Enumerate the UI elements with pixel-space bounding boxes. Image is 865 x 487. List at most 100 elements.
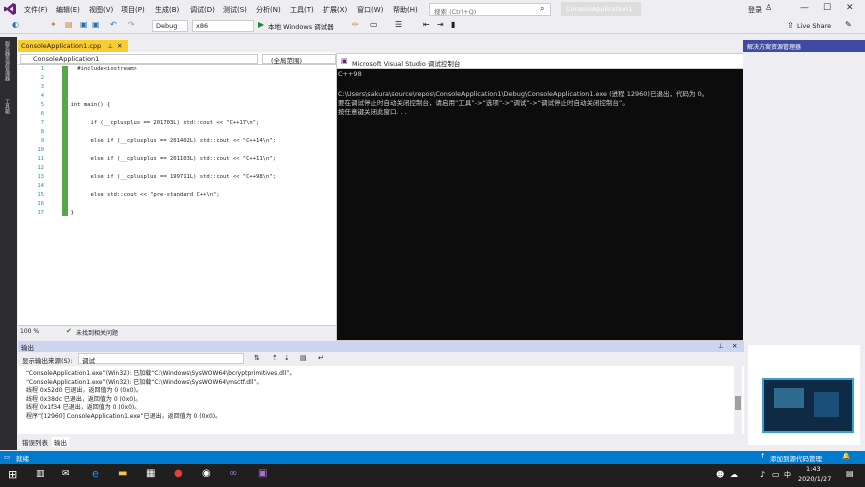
code-line[interactable]: 1 #include<iostream> [30,66,137,72]
network-icon[interactable]: ▭ [772,470,780,479]
status-icon: ▭ [4,453,11,461]
output-close-icon[interactable]: ✕ [732,342,737,350]
code-line[interactable]: 15 else std::cout << "pre-standard C++\n… [30,192,219,198]
toolbar-extra-icon[interactable]: ✏ [352,20,359,29]
code-line[interactable]: 5 int main() { [30,102,111,108]
solution-explorer-title[interactable]: 解决方案资源管理器 [743,40,865,52]
maximize-button[interactable]: ☐ [823,3,831,13]
action-center-icon[interactable]: ▤ [846,469,854,478]
menu-item[interactable]: 扩展(X) [323,5,347,15]
indent-icon[interactable]: ⇤ [423,20,430,29]
clock-date[interactable]: 2020/1/27 [798,475,831,483]
code-line[interactable]: 2 [30,75,64,81]
mail-icon[interactable]: ✉ [62,469,70,479]
volume-icon[interactable]: ♪ [760,470,765,479]
zoom-level[interactable]: 100 % [20,328,39,335]
output-wrap-icon[interactable]: ↵ [318,354,324,362]
menu-item[interactable]: 窗口(W) [357,5,383,15]
menu-item[interactable]: 调试(D) [190,5,215,15]
output-source-dropdown[interactable]: 调试 [78,353,244,365]
code-line[interactable]: 14 [30,183,64,189]
code-line[interactable]: 10 [30,147,64,153]
windows-start-icon[interactable]: ⊞ [8,468,17,481]
tab-error-list[interactable]: 错误列表 [20,437,50,447]
play-icon[interactable]: ▶ [258,20,264,29]
preview-thumbnail[interactable] [762,378,854,433]
output-next-icon[interactable]: ⇣ [284,354,290,362]
outdent-icon[interactable]: ⇥ [437,20,444,29]
code-line[interactable]: 4 [30,93,64,99]
account-icon[interactable]: ♙ [765,3,772,12]
login-link[interactable]: 登录 [748,5,762,15]
tab-close-icon[interactable]: ✕ [117,42,122,50]
code-line[interactable]: 13 else if (__cplusplus == 199711L) std:… [30,174,276,180]
source-control-button[interactable]: 添加到源代码管理 [770,453,822,463]
menu-item[interactable]: 视图(V) [89,5,113,15]
server-explorer-tab[interactable]: 服务器资源管理器 [4,41,11,81]
code-line[interactable]: 17 } [30,210,74,216]
tab-output[interactable]: 输出 [52,437,69,447]
search-icon[interactable]: ⌕ [540,4,544,14]
code-line[interactable]: 3 [30,84,64,90]
output-find-icon[interactable]: ⇅ [254,354,260,362]
menu-item[interactable]: 项目(P) [121,5,145,15]
menu-item[interactable]: 工具(T) [290,5,314,15]
feedback-icon[interactable]: ✎ [845,20,852,29]
redo-icon[interactable]: ↷ [128,20,135,29]
notification-icon[interactable]: 🔔 [842,452,850,460]
screenshot-icon[interactable]: ▭ [370,20,378,29]
code-line[interactable]: 7 if (__cplusplus == 201703L) std::cout … [30,120,260,126]
back-icon[interactable]: ◐ [12,20,19,29]
undo-icon[interactable]: ↶ [110,20,117,29]
console-taskbar-icon[interactable]: ▣ [258,468,267,479]
menu-item[interactable]: 测试(S) [223,5,247,15]
output-prev-icon[interactable]: ⇡ [272,354,278,362]
task-view-icon[interactable]: ▥ [36,469,45,479]
minimize-button[interactable]: — [800,3,809,13]
source-control-icon[interactable]: ↑ [760,452,765,460]
menu-item[interactable]: 生成(B) [155,5,179,15]
code-line[interactable]: 9 else if (__cplusplus == 201402L) std::… [30,138,276,144]
config-dropdown[interactable]: Debug [152,20,188,32]
output-clear-icon[interactable]: ▤ [300,354,307,362]
liveshare-icon[interactable]: ⇪ [787,21,794,30]
open-folder-icon[interactable]: ▤ [65,20,73,29]
save-all-icon[interactable]: ▣ [92,20,100,29]
search-input[interactable]: 搜索 (Ctrl+Q) [429,3,551,16]
menu-item[interactable]: 帮助(H) [393,5,418,15]
code-line[interactable]: 16 [30,201,64,207]
output-pin-icon[interactable]: ⊥ [718,342,724,350]
pin-icon[interactable]: ⊥ [107,42,113,50]
chrome-icon[interactable]: ● [174,468,183,479]
liveshare-button[interactable]: Live Share [797,22,831,30]
output-scrollbar[interactable] [734,366,742,434]
menu-item[interactable]: 文件(F) [24,5,48,15]
comment-icon[interactable]: ☰ [395,20,402,29]
code-line[interactable]: 6 [30,111,64,117]
code-line[interactable]: 11 else if (__cplusplus == 201103L) std:… [30,156,276,162]
scrollbar-thumb[interactable] [735,396,741,410]
file-explorer-icon[interactable]: ▬ [118,468,127,479]
clock-time[interactable]: 1:43 [806,465,821,473]
tray-icon[interactable]: ☁ [730,470,738,479]
new-project-icon[interactable]: ✦ [50,20,57,29]
platform-dropdown[interactable]: x86 [192,20,254,32]
edge-icon[interactable]: e [92,467,99,480]
code-line[interactable]: 8 [30,129,64,135]
tab-consoleapplication1-cpp[interactable]: ConsoleApplication1.cpp ⊥ ✕ [18,40,128,52]
code-line[interactable]: 12 [30,165,64,171]
nav-scope-dropdown[interactable]: (全局范围) [262,54,336,65]
store-icon[interactable]: ▦ [146,468,155,479]
github-icon[interactable]: ◉ [202,468,211,479]
bookmark-icon[interactable]: ▮ [451,20,455,29]
menu-item[interactable]: 分析(N) [256,5,281,15]
ime-indicator[interactable]: 中 [784,470,791,480]
save-icon[interactable]: ▣ [80,20,88,29]
visual-studio-taskbar-icon[interactable]: ∞ [229,468,237,479]
menu-item[interactable]: 编辑(E) [56,5,80,15]
toolbox-tab[interactable]: 工具箱 [4,99,11,114]
run-debugger-button[interactable]: 本地 Windows 调试器 [268,21,334,31]
nav-project-dropdown[interactable]: ConsoleApplication1 [20,54,258,64]
close-window-button[interactable]: ✕ [846,3,854,13]
people-icon[interactable]: ☻ [716,470,724,479]
